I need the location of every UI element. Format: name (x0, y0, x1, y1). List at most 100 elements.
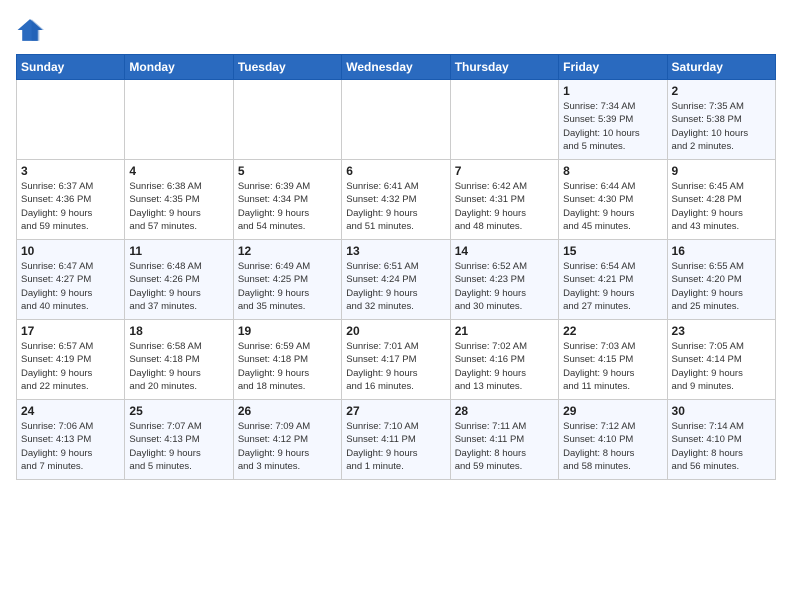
day-number: 24 (21, 404, 120, 418)
calendar-table: SundayMondayTuesdayWednesdayThursdayFrid… (16, 54, 776, 480)
day-number: 10 (21, 244, 120, 258)
calendar-cell: 15Sunrise: 6:54 AM Sunset: 4:21 PM Dayli… (559, 240, 667, 320)
day-number: 8 (563, 164, 662, 178)
day-number: 18 (129, 324, 228, 338)
day-info: Sunrise: 6:45 AM Sunset: 4:28 PM Dayligh… (672, 180, 771, 233)
day-info: Sunrise: 7:07 AM Sunset: 4:13 PM Dayligh… (129, 420, 228, 473)
calendar-body: 1 Sunrise: 7:34 AM Sunset: 5:39 PM Daylig… (17, 80, 776, 480)
day-number: 30 (672, 404, 771, 418)
weekday-header: Monday (125, 55, 233, 80)
day-info: Sunrise: 7:06 AM Sunset: 4:13 PM Dayligh… (21, 420, 120, 473)
calendar-week-row: 3 Sunrise: 6:37 AM Sunset: 4:36 PM Daylig… (17, 160, 776, 240)
calendar-cell: 23Sunrise: 7:05 AM Sunset: 4:14 PM Dayli… (667, 320, 775, 400)
day-number: 3 (21, 164, 120, 178)
day-number: 17 (21, 324, 120, 338)
day-info: Sunrise: 6:42 AM Sunset: 4:31 PM Dayligh… (455, 180, 554, 233)
day-number: 28 (455, 404, 554, 418)
day-info: Sunrise: 6:41 AM Sunset: 4:32 PM Dayligh… (346, 180, 445, 233)
logo-icon (16, 16, 44, 44)
day-number: 25 (129, 404, 228, 418)
day-number: 20 (346, 324, 445, 338)
day-info: Sunrise: 6:55 AM Sunset: 4:20 PM Dayligh… (672, 260, 771, 313)
calendar-cell: 17Sunrise: 6:57 AM Sunset: 4:19 PM Dayli… (17, 320, 125, 400)
day-number: 2 (672, 84, 771, 98)
calendar-cell (450, 80, 558, 160)
day-number: 13 (346, 244, 445, 258)
calendar-cell: 26 Sunrise: 7:09 AM Sunset: 4:12 PM Dayli… (233, 400, 341, 480)
day-info: Sunrise: 7:03 AM Sunset: 4:15 PM Dayligh… (563, 340, 662, 393)
day-info: Sunrise: 6:44 AM Sunset: 4:30 PM Dayligh… (563, 180, 662, 233)
calendar-cell: 16 Sunrise: 6:55 AM Sunset: 4:20 PM Dayli… (667, 240, 775, 320)
day-info: Sunrise: 6:51 AM Sunset: 4:24 PM Dayligh… (346, 260, 445, 313)
day-number: 19 (238, 324, 337, 338)
calendar-cell (125, 80, 233, 160)
day-number: 26 (238, 404, 337, 418)
calendar-cell: 22Sunrise: 7:03 AM Sunset: 4:15 PM Dayli… (559, 320, 667, 400)
calendar-cell: 27 Sunrise: 7:10 AM Sunset: 4:11 PM Dayli… (342, 400, 450, 480)
day-info: Sunrise: 7:35 AM Sunset: 5:38 PM Dayligh… (672, 100, 771, 153)
calendar-cell (17, 80, 125, 160)
logo (16, 16, 48, 44)
day-number: 29 (563, 404, 662, 418)
calendar-cell (342, 80, 450, 160)
calendar-cell: 5 Sunrise: 6:39 AM Sunset: 4:34 PM Daylig… (233, 160, 341, 240)
day-info: Sunrise: 6:39 AM Sunset: 4:34 PM Dayligh… (238, 180, 337, 233)
day-number: 16 (672, 244, 771, 258)
header (16, 16, 776, 44)
day-number: 23 (672, 324, 771, 338)
calendar-week-row: 1 Sunrise: 7:34 AM Sunset: 5:39 PM Daylig… (17, 80, 776, 160)
day-number: 5 (238, 164, 337, 178)
weekday-header: Sunday (17, 55, 125, 80)
calendar-cell: 9 Sunrise: 6:45 AM Sunset: 4:28 PM Daylig… (667, 160, 775, 240)
calendar-week-row: 17Sunrise: 6:57 AM Sunset: 4:19 PM Dayli… (17, 320, 776, 400)
day-info: Sunrise: 7:01 AM Sunset: 4:17 PM Dayligh… (346, 340, 445, 393)
calendar-cell: 7 Sunrise: 6:42 AM Sunset: 4:31 PM Daylig… (450, 160, 558, 240)
calendar-cell: 20 Sunrise: 7:01 AM Sunset: 4:17 PM Dayli… (342, 320, 450, 400)
calendar-cell: 18 Sunrise: 6:58 AM Sunset: 4:18 PM Dayli… (125, 320, 233, 400)
day-number: 12 (238, 244, 337, 258)
day-number: 27 (346, 404, 445, 418)
calendar-week-row: 24 Sunrise: 7:06 AM Sunset: 4:13 PM Dayli… (17, 400, 776, 480)
day-number: 21 (455, 324, 554, 338)
weekday-header: Saturday (667, 55, 775, 80)
calendar-cell: 8 Sunrise: 6:44 AM Sunset: 4:30 PM Daylig… (559, 160, 667, 240)
day-number: 7 (455, 164, 554, 178)
weekday-header: Thursday (450, 55, 558, 80)
calendar-cell (233, 80, 341, 160)
day-number: 1 (563, 84, 662, 98)
day-info: Sunrise: 6:37 AM Sunset: 4:36 PM Dayligh… (21, 180, 120, 233)
day-info: Sunrise: 7:12 AM Sunset: 4:10 PM Dayligh… (563, 420, 662, 473)
day-info: Sunrise: 7:09 AM Sunset: 4:12 PM Dayligh… (238, 420, 337, 473)
weekday-header: Friday (559, 55, 667, 80)
calendar-cell: 30 Sunrise: 7:14 AM Sunset: 4:10 PM Dayli… (667, 400, 775, 480)
day-info: Sunrise: 7:10 AM Sunset: 4:11 PM Dayligh… (346, 420, 445, 473)
weekday-header: Wednesday (342, 55, 450, 80)
day-number: 14 (455, 244, 554, 258)
day-number: 9 (672, 164, 771, 178)
calendar-cell: 4Sunrise: 6:38 AM Sunset: 4:35 PM Daylig… (125, 160, 233, 240)
calendar-cell: 10Sunrise: 6:47 AM Sunset: 4:27 PM Dayli… (17, 240, 125, 320)
day-info: Sunrise: 6:52 AM Sunset: 4:23 PM Dayligh… (455, 260, 554, 313)
day-number: 11 (129, 244, 228, 258)
calendar-cell: 2 Sunrise: 7:35 AM Sunset: 5:38 PM Daylig… (667, 80, 775, 160)
day-number: 15 (563, 244, 662, 258)
calendar-cell: 28Sunrise: 7:11 AM Sunset: 4:11 PM Dayli… (450, 400, 558, 480)
calendar-cell: 1 Sunrise: 7:34 AM Sunset: 5:39 PM Daylig… (559, 80, 667, 160)
day-info: Sunrise: 7:34 AM Sunset: 5:39 PM Dayligh… (563, 100, 662, 153)
day-info: Sunrise: 7:14 AM Sunset: 4:10 PM Dayligh… (672, 420, 771, 473)
day-info: Sunrise: 7:02 AM Sunset: 4:16 PM Dayligh… (455, 340, 554, 393)
calendar-cell: 3 Sunrise: 6:37 AM Sunset: 4:36 PM Daylig… (17, 160, 125, 240)
weekday-header: Tuesday (233, 55, 341, 80)
day-info: Sunrise: 6:49 AM Sunset: 4:25 PM Dayligh… (238, 260, 337, 313)
calendar-cell: 29 Sunrise: 7:12 AM Sunset: 4:10 PM Dayli… (559, 400, 667, 480)
calendar-cell: 21 Sunrise: 7:02 AM Sunset: 4:16 PM Dayli… (450, 320, 558, 400)
day-info: Sunrise: 6:59 AM Sunset: 4:18 PM Dayligh… (238, 340, 337, 393)
calendar-cell: 12 Sunrise: 6:49 AM Sunset: 4:25 PM Dayli… (233, 240, 341, 320)
calendar-cell: 11 Sunrise: 6:48 AM Sunset: 4:26 PM Dayli… (125, 240, 233, 320)
calendar-cell: 24 Sunrise: 7:06 AM Sunset: 4:13 PM Dayli… (17, 400, 125, 480)
day-number: 6 (346, 164, 445, 178)
day-info: Sunrise: 6:48 AM Sunset: 4:26 PM Dayligh… (129, 260, 228, 313)
calendar-cell: 6 Sunrise: 6:41 AM Sunset: 4:32 PM Daylig… (342, 160, 450, 240)
calendar-cell: 25 Sunrise: 7:07 AM Sunset: 4:13 PM Dayli… (125, 400, 233, 480)
day-info: Sunrise: 6:58 AM Sunset: 4:18 PM Dayligh… (129, 340, 228, 393)
